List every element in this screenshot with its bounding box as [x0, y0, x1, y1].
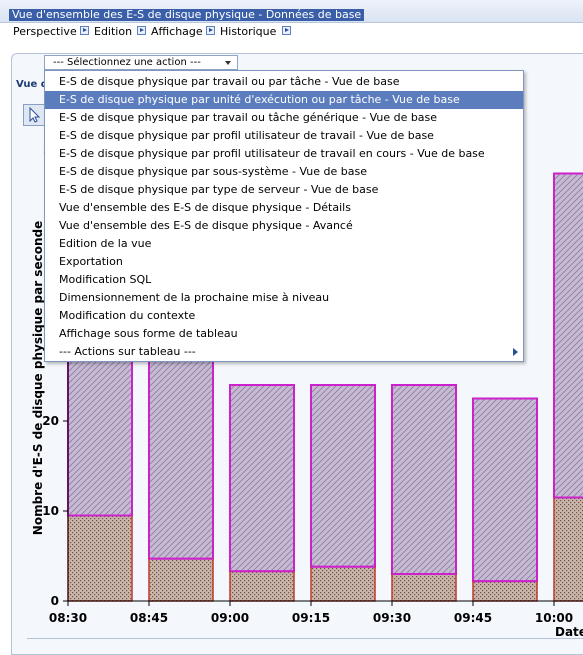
bar-segment-lower [553, 496, 583, 602]
menu-bar: Perspective Edition Affichage Historique [0, 23, 583, 41]
divider [27, 638, 583, 639]
bar-segment-upper [472, 397, 538, 583]
x-tick-label: 09:15 [292, 611, 330, 625]
x-tick-label: 08:30 [49, 611, 87, 625]
menu-affichage[interactable]: Affichage [151, 26, 203, 38]
action-select[interactable]: --- Sélectionnez une action --- [44, 55, 238, 70]
bar-segment-lower [472, 580, 538, 602]
dropdown-item[interactable]: Modification du contexte [45, 307, 523, 325]
dropdown-item[interactable]: E-S de disque physique par travail ou tâ… [45, 109, 523, 127]
bar-segment-lower [229, 570, 295, 602]
x-tick-label: 10:00 [535, 611, 573, 625]
dropdown-item[interactable]: E-S de disque physique par sous-système … [45, 163, 523, 181]
x-axis-label: Date [555, 625, 583, 639]
x-tick-label: 09:45 [454, 611, 492, 625]
dropdown-item[interactable]: Vue d'ensemble des E-S de disque physiqu… [45, 217, 523, 235]
window-title-bar: Vue d'ensemble des E-S de disque physiqu… [0, 0, 583, 23]
bar-segment-upper [391, 384, 457, 575]
bar-segment-lower [310, 566, 376, 602]
dropdown-item[interactable]: --- Actions sur tableau --- [45, 343, 523, 361]
dropdown-item[interactable]: Dimensionnement de la prochaine mise à n… [45, 289, 523, 307]
dropdown-item[interactable]: E-S de disque physique par unité d'exécu… [45, 91, 523, 109]
menu-edition[interactable]: Edition [94, 26, 132, 38]
y-axis-label: Nombre d'E-S de disque physique par seco… [31, 220, 45, 536]
dropdown-item[interactable]: Affichage sous forme de tableau [45, 325, 523, 343]
menu-historique[interactable]: Historique [220, 26, 276, 38]
bar-segment-lower [148, 557, 214, 602]
x-tick-label: 09:30 [373, 611, 411, 625]
action-dropdown-menu: E-S de disque physique par travail ou pa… [44, 70, 524, 362]
chevron-right-icon[interactable] [80, 26, 89, 35]
bar-segment-lower [67, 514, 133, 602]
submenu-arrow-icon [513, 348, 518, 356]
bar-segment-lower [391, 573, 457, 602]
y-tick-label: 0 [51, 594, 59, 608]
cursor-icon [29, 106, 41, 123]
dropdown-item[interactable]: E-S de disque physique par profil utilis… [45, 145, 523, 163]
dropdown-item[interactable]: Vue d'ensemble des E-S de disque physiqu… [45, 199, 523, 217]
window-title: Vue d'ensemble des E-S de disque physiqu… [9, 9, 365, 21]
dropdown-item[interactable]: Edition de la vue [45, 235, 523, 253]
dropdown-item[interactable]: E-S de disque physique par type de serve… [45, 181, 523, 199]
chevron-down-icon [225, 61, 231, 65]
dropdown-item[interactable]: Exportation [45, 253, 523, 271]
chevron-right-icon[interactable] [282, 26, 291, 35]
dropdown-item[interactable]: E-S de disque physique par travail ou pa… [45, 73, 523, 91]
bar-segment-upper [310, 384, 376, 568]
action-select-value: --- Sélectionnez une action --- [53, 57, 201, 68]
x-tick-label: 09:00 [211, 611, 249, 625]
dropdown-item[interactable]: E-S de disque physique par profil utilis… [45, 127, 523, 145]
bar-segment-upper [553, 172, 583, 499]
dropdown-item[interactable]: Modification SQL [45, 271, 523, 289]
pointer-tool-button[interactable] [23, 104, 45, 126]
x-tick-label: 08:45 [130, 611, 168, 625]
bar-segment-upper [229, 384, 295, 573]
chevron-right-icon[interactable] [137, 26, 146, 35]
chevron-right-icon[interactable] [206, 26, 215, 35]
menu-perspective[interactable]: Perspective [13, 26, 77, 38]
